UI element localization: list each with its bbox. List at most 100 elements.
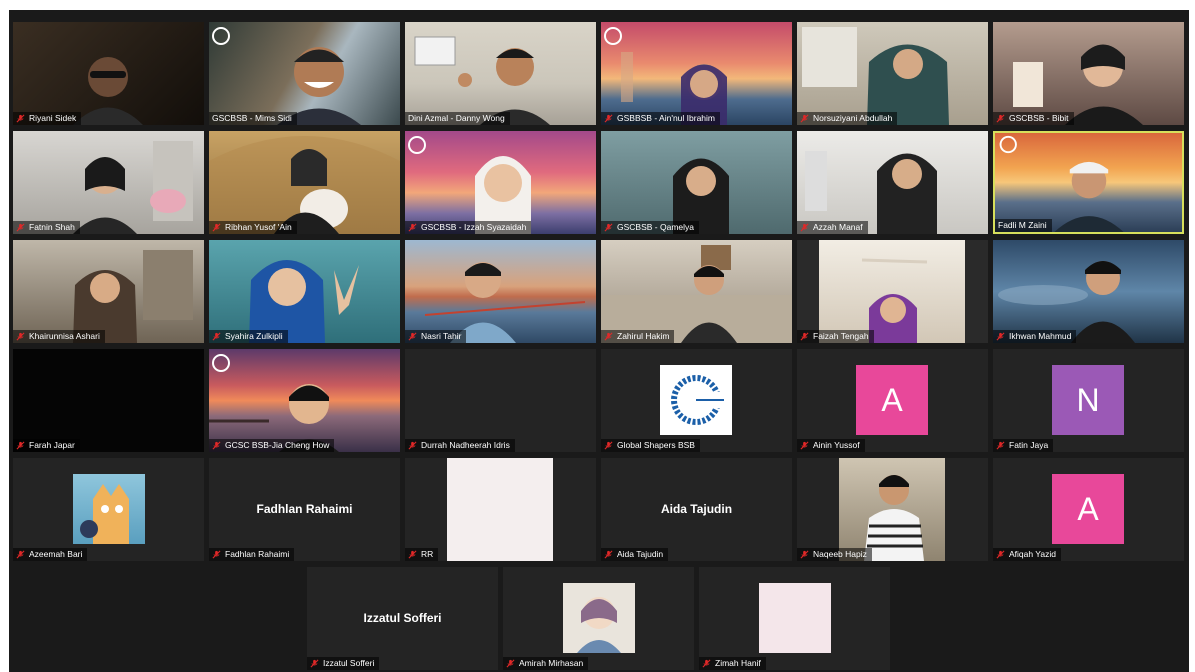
muted-mic-icon: [408, 441, 417, 450]
participant-name-label: Fatnin Shah: [13, 221, 80, 234]
participant-name-label: Naqeeb Hapiz: [797, 548, 872, 561]
participant-tile[interactable]: Syahira Zulkipli: [209, 240, 400, 343]
participant-video: [13, 22, 204, 125]
participant-tile[interactable]: Norsuziyani Abdullah: [797, 22, 988, 125]
participant-video: [601, 131, 792, 234]
participant-name-label: Aida Tajudin: [601, 548, 669, 561]
participant-video: [209, 131, 400, 234]
participant-name-label: Fatin Jaya: [993, 439, 1054, 452]
muted-mic-icon: [212, 332, 221, 341]
participant-video: [797, 131, 988, 234]
muted-mic-icon: [996, 550, 1005, 559]
participant-tile[interactable]: Amirah Mirhasan: [503, 567, 694, 670]
participant-tile[interactable]: Fatnin Shah: [13, 131, 204, 234]
participant-video: [209, 349, 400, 452]
participant-tile[interactable]: Faizah Tengah: [797, 240, 988, 343]
participant-name-label: RR: [405, 548, 439, 561]
muted-mic-icon: [408, 223, 417, 232]
muted-mic-icon: [16, 332, 25, 341]
participant-tile[interactable]: GSCBSB - Bibit: [993, 22, 1184, 125]
participant-video: [993, 240, 1184, 343]
muted-mic-icon: [212, 223, 221, 232]
profile-picture: [759, 583, 831, 653]
participant-name-label: GSCBSB - Mims Sidi: [209, 112, 297, 125]
participant-video: [405, 240, 596, 343]
muted-mic-icon: [16, 441, 25, 450]
participant-name-label: GSCBSB - Izzah Syazaidah: [405, 221, 532, 234]
gallery-view: Riyani Sidek GSCBSB - Mims Sidi Dini Azm…: [9, 10, 1189, 672]
participant-tile[interactable]: N Fatin Jaya: [993, 349, 1184, 452]
muted-mic-icon: [16, 550, 25, 559]
active-speaker-tile[interactable]: Fadli M Zaini: [993, 131, 1184, 234]
participant-video: [995, 133, 1182, 232]
participant-video: [405, 131, 596, 234]
participant-display-name: Izzatul Sofferi: [363, 611, 442, 625]
participant-name-label: Afiqah Yazid: [993, 548, 1061, 561]
participant-tile[interactable]: GSCBSB - Mims Sidi: [209, 22, 400, 125]
participant-display-name: Fadhlan Rahaimi: [256, 502, 353, 516]
participant-tile[interactable]: Fadhlan Rahaimi Fadhlan Rahaimi: [209, 458, 400, 561]
participant-tile[interactable]: Azeemah Bari: [13, 458, 204, 561]
avatar: A: [856, 365, 928, 435]
muted-mic-icon: [996, 332, 1005, 341]
muted-mic-icon: [16, 223, 25, 232]
global-shapers-logo-icon: [660, 365, 732, 435]
participant-name-label: Nasri Tahir: [405, 330, 467, 343]
participant-tile[interactable]: Izzatul Sofferi Izzatul Sofferi: [307, 567, 498, 670]
participant-tile[interactable]: Zimah Hanif: [699, 567, 890, 670]
participant-video: [13, 131, 204, 234]
participant-name-label: GCSC BSB-Jia Cheng How: [209, 439, 335, 452]
participant-tile[interactable]: GSCBSB - Izzah Syazaidah: [405, 131, 596, 234]
avatar: A: [1052, 474, 1124, 544]
participant-tile[interactable]: Khairunnisa Ashari: [13, 240, 204, 343]
participant-name-label: Riyani Sidek: [13, 112, 82, 125]
participant-name-label: Amirah Mirhasan: [503, 657, 589, 670]
participant-name-label: Syahira Zulkipli: [209, 330, 288, 343]
participant-name-label: Ribhan Yusof 'Ain: [209, 221, 297, 234]
participant-tile[interactable]: Farah Japar: [13, 349, 204, 452]
participant-video: [405, 22, 596, 125]
muted-mic-icon: [996, 114, 1005, 123]
muted-mic-icon: [800, 223, 809, 232]
participant-tile[interactable]: GSCBSB - Qamelya: [601, 131, 792, 234]
muted-mic-icon: [604, 114, 613, 123]
participant-tile[interactable]: Ikhwan Mahmud: [993, 240, 1184, 343]
participant-name-label: Zimah Hanif: [699, 657, 766, 670]
muted-mic-icon: [800, 441, 809, 450]
participant-video: [601, 22, 792, 125]
muted-mic-icon: [800, 332, 809, 341]
muted-mic-icon: [996, 441, 1005, 450]
muted-mic-icon: [310, 659, 319, 668]
muted-mic-icon: [212, 441, 221, 450]
participant-tile[interactable]: Durrah Nadheerah Idris: [405, 349, 596, 452]
participant-tile[interactable]: Nasri Tahir: [405, 240, 596, 343]
participant-name-label: GSCBSB - Qamelya: [601, 221, 699, 234]
participant-tile[interactable]: GCSC BSB-Jia Cheng How: [209, 349, 400, 452]
participant-tile[interactable]: Naqeeb Hapiz: [797, 458, 988, 561]
participant-name-label: Azeemah Bari: [13, 548, 88, 561]
muted-mic-icon: [604, 550, 613, 559]
participant-tile[interactable]: Zahirul Hakim: [601, 240, 792, 343]
profile-picture: [839, 458, 945, 561]
participant-tile[interactable]: Dini Azmal - Danny Wong: [405, 22, 596, 125]
participant-tile[interactable]: Azzah Manaf: [797, 131, 988, 234]
participant-tile[interactable]: Aida Tajudin Aida Tajudin: [601, 458, 792, 561]
participant-name-label: Durrah Nadheerah Idris: [405, 439, 515, 452]
muted-mic-icon: [702, 659, 711, 668]
participant-video: [797, 240, 988, 343]
profile-picture: [73, 474, 145, 544]
participant-tile[interactable]: Riyani Sidek: [13, 22, 204, 125]
participant-name-label: Faizah Tengah: [797, 330, 874, 343]
participant-tile[interactable]: A Ainin Yussof: [797, 349, 988, 452]
muted-mic-icon: [408, 550, 417, 559]
participant-name-label: Fadli M Zaini: [995, 219, 1052, 232]
participant-tile[interactable]: Ribhan Yusof 'Ain: [209, 131, 400, 234]
participant-tile[interactable]: RR: [405, 458, 596, 561]
participant-name-label: Norsuziyani Abdullah: [797, 112, 898, 125]
participant-tile[interactable]: A Afiqah Yazid: [993, 458, 1184, 561]
participant-tile[interactable]: Global Shapers BSB: [601, 349, 792, 452]
participant-name-label: Zahirul Hakim: [601, 330, 675, 343]
participant-tile[interactable]: GSBBSB - Ain'nul Ibrahim: [601, 22, 792, 125]
participant-video: [993, 22, 1184, 125]
participant-name-label: Dini Azmal - Danny Wong: [405, 112, 510, 125]
